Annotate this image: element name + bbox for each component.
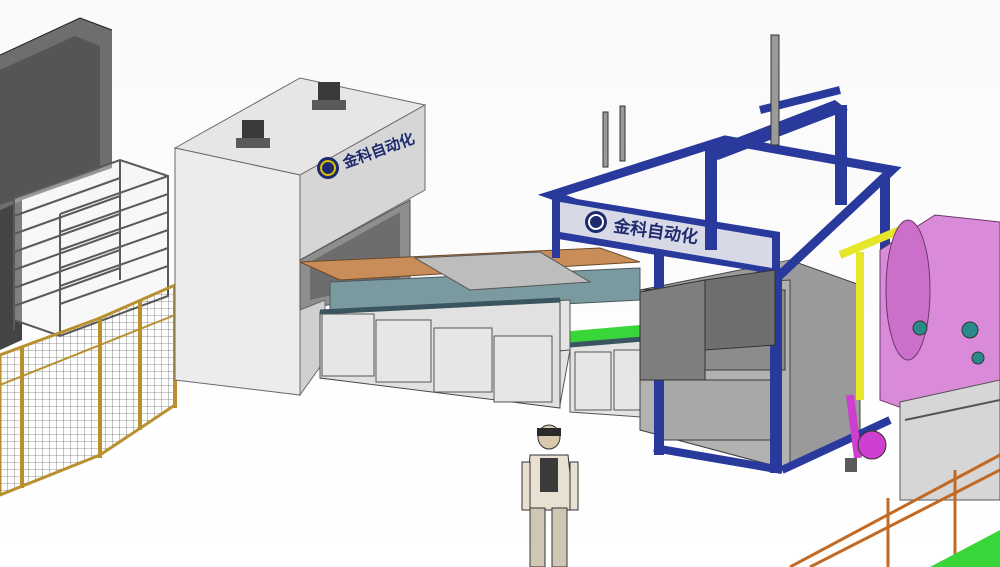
production-line-scene: 金科自动化 金科自动化 (0, 0, 1000, 567)
